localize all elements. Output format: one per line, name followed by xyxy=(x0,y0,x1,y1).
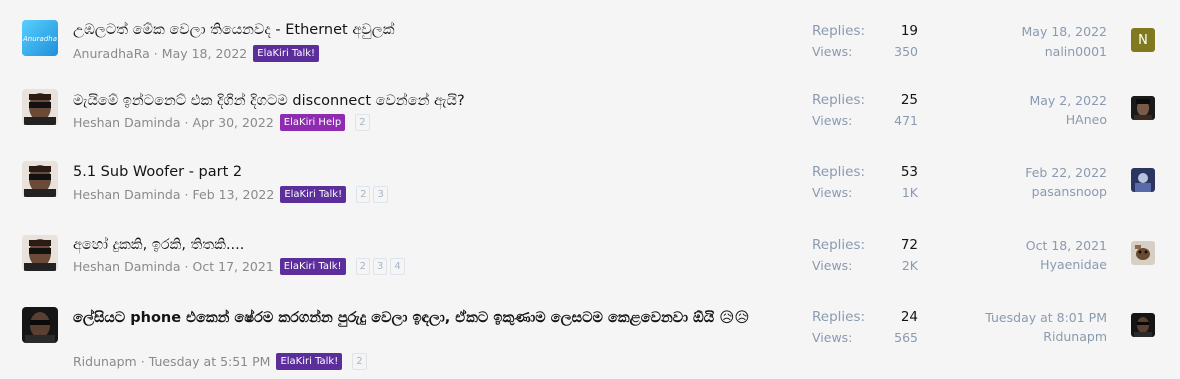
thread-meta: Heshan Daminda · Apr 30, 2022 ElaKiri He… xyxy=(73,114,373,131)
page-link[interactable]: 2 xyxy=(352,353,367,370)
views-count: 350 xyxy=(894,44,918,59)
avatar[interactable] xyxy=(22,89,58,125)
thread-row: ලේසියට phone එකෙන් ෂේරම කරගන්න පුරුදු වෙ… xyxy=(0,288,1180,379)
last-poster[interactable]: Ridunapm xyxy=(1043,329,1107,344)
views-label: Views: xyxy=(812,330,853,345)
thread-row: Anuradha උඹලටත් මේක වෙලා තියෙනවද - Ether… xyxy=(0,0,1180,72)
thread-row: 5.1 Sub Woofer - part 2 Heshan Daminda ·… xyxy=(0,144,1180,216)
page-link[interactable]: 2 xyxy=(355,114,370,131)
replies-count: 24 xyxy=(900,309,918,325)
prefix-badge[interactable]: ElaKiri Talk! xyxy=(280,186,347,203)
thread-author[interactable]: Heshan Daminda xyxy=(73,187,181,202)
prefix-badge[interactable]: ElaKiri Talk! xyxy=(253,45,320,62)
avatar-letter: N xyxy=(1138,32,1148,48)
thread-row: මැයිමේ ඉන්ටනෙට් එක දිගින් දිගටම disconne… xyxy=(0,72,1180,144)
last-poster[interactable]: nalin0001 xyxy=(1045,44,1107,59)
replies-count: 25 xyxy=(900,92,918,108)
views-count: 2K xyxy=(901,258,918,273)
last-post-date[interactable]: Feb 22, 2022 xyxy=(1025,165,1107,180)
replies-label: Replies: xyxy=(812,23,866,39)
thread-list: Anuradha උඹලටත් මේක වෙලා තියෙනවද - Ether… xyxy=(0,0,1180,379)
thread-author[interactable]: Heshan Daminda xyxy=(73,115,181,130)
thread-author[interactable]: Ridunapm xyxy=(73,354,137,369)
views-count: 471 xyxy=(894,113,918,128)
page-link[interactable]: 3 xyxy=(373,186,388,203)
meta-separator: · xyxy=(184,115,189,130)
last-poster-avatar[interactable] xyxy=(1131,96,1155,120)
page-links: 2 xyxy=(355,114,372,131)
page-links: 2 3 xyxy=(356,186,391,203)
last-poster-avatar[interactable] xyxy=(1131,241,1155,265)
last-post-date[interactable]: May 18, 2022 xyxy=(1022,24,1107,39)
last-poster-avatar[interactable] xyxy=(1131,313,1155,337)
thread-meta: Heshan Daminda · Feb 13, 2022 ElaKiri Ta… xyxy=(73,186,391,203)
thread-meta: Heshan Daminda · Oct 17, 2021 ElaKiri Ta… xyxy=(73,258,408,275)
page-links: 2 3 4 xyxy=(355,258,408,275)
thread-date[interactable]: Apr 30, 2022 xyxy=(193,115,274,130)
avatar[interactable] xyxy=(22,235,58,271)
thread-title[interactable]: ලේසියට phone එකෙන් ෂේරම කරගන්න පුරුදු වෙ… xyxy=(73,308,773,329)
thread-title[interactable]: 5.1 Sub Woofer - part 2 xyxy=(73,164,242,180)
views-label: Views: xyxy=(812,185,853,200)
views-label: Views: xyxy=(812,113,853,128)
replies-label: Replies: xyxy=(812,309,866,325)
page-link[interactable]: 2 xyxy=(356,186,371,203)
prefix-badge[interactable]: ElaKiri Talk! xyxy=(276,353,343,370)
last-post-date[interactable]: Tuesday at 8:01 PM xyxy=(985,310,1107,325)
replies-count: 19 xyxy=(900,23,918,39)
last-poster-avatar[interactable]: N xyxy=(1131,28,1155,52)
views-label: Views: xyxy=(812,258,853,273)
thread-title[interactable]: මැයිමේ ඉන්ටනෙට් එක දිගින් දිගටම disconne… xyxy=(73,93,465,109)
meta-separator: · xyxy=(184,259,189,274)
thread-date[interactable]: May 18, 2022 xyxy=(162,46,247,61)
avatar[interactable] xyxy=(22,161,58,197)
page-link[interactable]: 3 xyxy=(372,258,388,275)
thread-author[interactable]: AnuradhaRa xyxy=(73,46,150,61)
thread-row: අහෝ දුකකි, ඉරකි, තිතකි.... Heshan Damind… xyxy=(0,216,1180,288)
views-count: 565 xyxy=(894,330,918,345)
thread-date[interactable]: Tuesday at 5:51 PM xyxy=(149,354,271,369)
views-count: 1K xyxy=(901,185,918,200)
replies-count: 53 xyxy=(900,164,918,180)
meta-separator: · xyxy=(153,46,158,61)
last-post-date[interactable]: Oct 18, 2021 xyxy=(1026,238,1107,253)
avatar[interactable]: Anuradha xyxy=(22,20,58,56)
last-poster-avatar[interactable] xyxy=(1131,168,1155,192)
replies-label: Replies: xyxy=(812,164,866,180)
meta-separator: · xyxy=(140,354,145,369)
last-poster[interactable]: HAneo xyxy=(1066,112,1107,127)
replies-label: Replies: xyxy=(812,92,866,108)
last-poster[interactable]: pasansnoop xyxy=(1032,184,1107,199)
replies-label: Replies: xyxy=(812,237,866,253)
page-link[interactable]: 2 xyxy=(355,258,370,275)
prefix-badge[interactable]: ElaKiri Talk! xyxy=(279,258,346,275)
thread-author[interactable]: Heshan Daminda xyxy=(73,259,181,274)
thread-meta: AnuradhaRa · May 18, 2022 ElaKiri Talk! xyxy=(73,45,320,62)
last-poster[interactable]: Hyaenidae xyxy=(1040,257,1107,272)
prefix-badge[interactable]: ElaKiri Help xyxy=(279,114,346,131)
page-link[interactable]: 4 xyxy=(390,258,405,275)
thread-date[interactable]: Oct 17, 2021 xyxy=(193,259,274,274)
thread-meta: Ridunapm · Tuesday at 5:51 PM ElaKiri Ta… xyxy=(73,353,370,370)
avatar[interactable] xyxy=(22,307,58,343)
page-links: 2 xyxy=(352,353,369,370)
thread-title[interactable]: උඹලටත් මේක වෙලා තියෙනවද - Ethernet අවුලක… xyxy=(73,22,395,38)
last-post-date[interactable]: May 2, 2022 xyxy=(1029,93,1107,108)
avatar-text: Anuradha xyxy=(22,35,57,43)
replies-count: 72 xyxy=(900,237,918,253)
thread-title[interactable]: අහෝ දුකකි, ඉරකි, තිතකි.... xyxy=(73,237,244,253)
meta-separator: · xyxy=(184,187,189,202)
views-label: Views: xyxy=(812,44,853,59)
thread-date[interactable]: Feb 13, 2022 xyxy=(193,187,275,202)
